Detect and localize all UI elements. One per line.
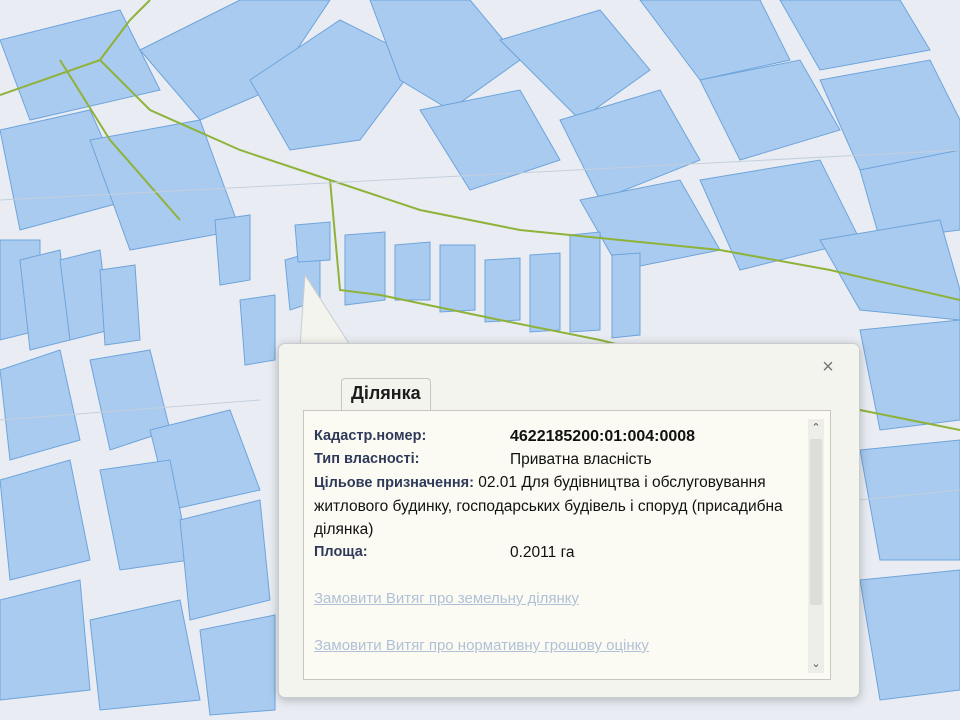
purpose-row: Цільове призначення: 02.01 Для будівницт… <box>314 471 804 541</box>
area-row: Площа: 0.2011 га <box>314 541 804 564</box>
close-icon[interactable]: × <box>817 356 839 378</box>
area-label: Площа: <box>314 544 368 560</box>
parcel-details-content: Кадастр.номер: 4622185200:01:004:0008 Ти… <box>304 411 804 654</box>
area-value: 0.2011 га <box>510 544 575 561</box>
order-valuation-extract-link[interactable]: Замовити Витяг про нормативну грошову оц… <box>314 637 804 654</box>
order-links: Замовити Витяг про земельну ділянку Замо… <box>314 590 804 654</box>
ownership-label: Тип власності: <box>314 451 420 467</box>
scroll-down-icon[interactable]: ⌄ <box>808 657 824 671</box>
parcel-info-popup: × Ділянка Кадастр.номер: 4622185200:01:0… <box>278 343 860 698</box>
tab-parcel[interactable]: Ділянка <box>341 378 431 410</box>
order-parcel-extract-link[interactable]: Замовити Витяг про земельну ділянку <box>314 590 804 607</box>
panel-scrollbar[interactable]: ⌃ ⌄ <box>808 419 824 673</box>
cadastral-value: 4622185200:01:004:0008 <box>510 428 696 445</box>
cadastral-row: Кадастр.номер: 4622185200:01:004:0008 <box>314 425 804 448</box>
ownership-row: Тип власності: Приватна власність <box>314 448 804 471</box>
scroll-up-icon[interactable]: ⌃ <box>808 421 824 435</box>
purpose-label: Цільове призначення: <box>314 475 474 491</box>
parcel-details-panel: Кадастр.номер: 4622185200:01:004:0008 Ти… <box>303 410 831 680</box>
cadastral-label: Кадастр.номер: <box>314 428 427 444</box>
ownership-value: Приватна власність <box>510 451 652 468</box>
scrollbar-thumb[interactable] <box>810 439 822 605</box>
